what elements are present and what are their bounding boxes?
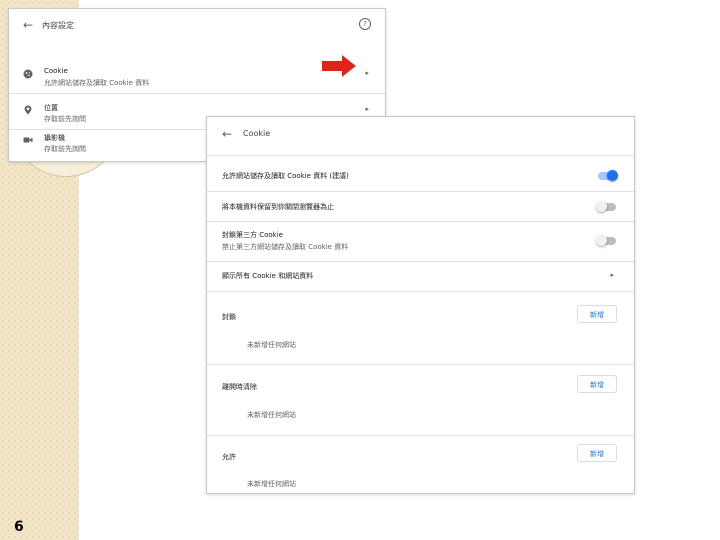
divider: [207, 221, 634, 222]
add-clear-on-exit-site-button[interactable]: 新增: [577, 375, 617, 393]
section-label-clear-on-exit: 離開時清除: [222, 383, 257, 391]
block-third-party-toggle[interactable]: [596, 235, 616, 246]
allow-cookies-toggle[interactable]: [598, 170, 618, 181]
empty-list-message: 未新增任何網站: [247, 341, 296, 349]
setting-block-third-party[interactable]: 封鎖第三方 Cookie 禁止第三方網站儲存及讀取 Cookie 資料: [207, 229, 634, 257]
keep-local-data-toggle[interactable]: [596, 201, 616, 212]
content-settings-header: ← 內容設定 ?: [9, 9, 385, 41]
divider: [207, 435, 634, 436]
empty-list-message: 未新增任何網站: [247, 480, 296, 488]
setting-label: 封鎖第三方 Cookie: [222, 231, 283, 239]
page-title: 內容設定: [42, 21, 74, 30]
setting-label: 將本機資料保留到你關閉瀏覽器為止: [222, 203, 334, 211]
setting-see-all-cookies[interactable]: 顯示所有 Cookie 和網站資料 ▸: [207, 269, 634, 289]
divider: [207, 155, 634, 156]
camera-icon: [23, 137, 33, 143]
chevron-right-icon: ▸: [365, 69, 369, 77]
add-block-site-button[interactable]: 新增: [577, 305, 617, 323]
settings-row-subtitle: 允許網站儲存及讀取 Cookie 資料: [44, 79, 150, 87]
chevron-right-icon: ▸: [610, 271, 614, 279]
setting-label: 顯示所有 Cookie 和網站資料: [222, 272, 314, 280]
settings-row-subtitle: 存取前先詢問: [44, 145, 86, 153]
divider: [207, 291, 634, 292]
cookie-settings-panel: ← Cookie 允許網站儲存及讀取 Cookie 資料 (建議) 將本機資料保…: [206, 116, 635, 494]
location-icon: [24, 105, 32, 115]
section-label-allow: 允許: [222, 453, 236, 461]
setting-label: 允許網站儲存及讀取 Cookie 資料 (建議): [222, 172, 349, 180]
section-label-block: 封鎖: [222, 313, 236, 321]
page-title: Cookie: [243, 129, 271, 138]
empty-list-message: 未新增任何網站: [247, 411, 296, 419]
cookie-icon: [23, 69, 33, 79]
divider: [207, 261, 634, 262]
slide-number: 6: [14, 519, 24, 535]
back-arrow-icon[interactable]: ←: [222, 127, 232, 141]
setting-sublabel: 禁止第三方網站儲存及讀取 Cookie 資料: [222, 243, 349, 251]
divider: [207, 191, 634, 192]
add-allow-site-button[interactable]: 新增: [577, 444, 617, 462]
back-arrow-icon[interactable]: ←: [23, 18, 33, 32]
chevron-right-icon: ▸: [365, 105, 369, 113]
setting-allow-cookies[interactable]: 允許網站儲存及讀取 Cookie 資料 (建議): [207, 169, 634, 189]
settings-row-title: Cookie: [44, 67, 68, 75]
settings-row-title: 位置: [44, 104, 58, 112]
divider: [207, 364, 634, 365]
setting-keep-local-data[interactable]: 將本機資料保留到你關閉瀏覽器為止: [207, 200, 634, 220]
settings-row-title: 攝影機: [44, 134, 65, 142]
pointer-arrow-icon: [322, 55, 356, 77]
help-icon[interactable]: ?: [359, 18, 371, 30]
